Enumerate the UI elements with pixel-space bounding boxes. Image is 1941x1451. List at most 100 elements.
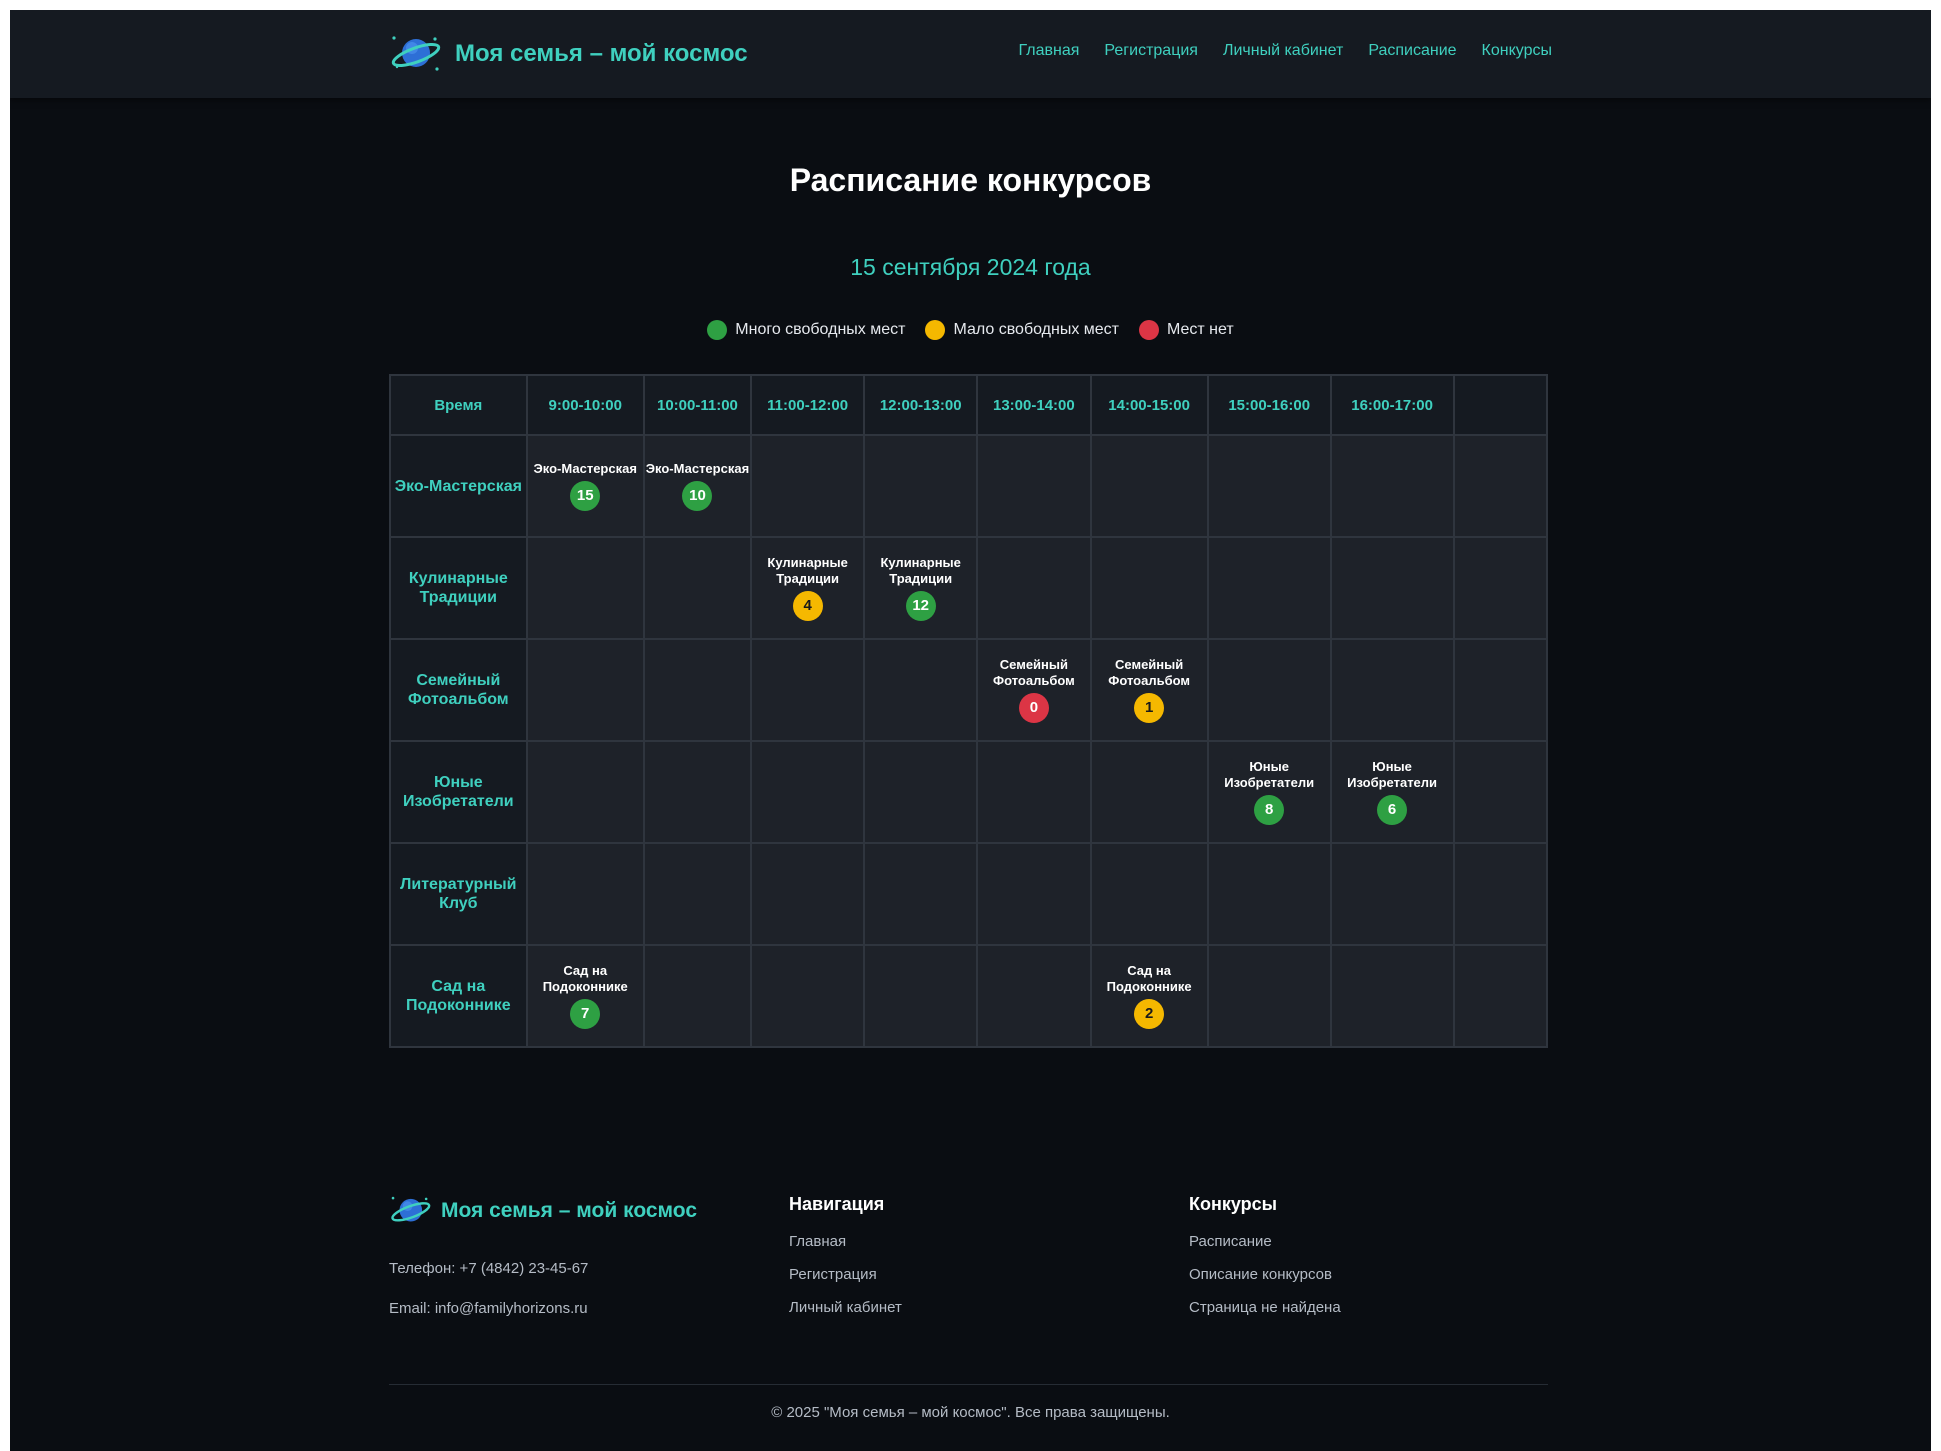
contest-slot[interactable]: Юные Изобретатели 6: [1332, 759, 1453, 825]
legend-item-few: Мало свободных мест: [925, 320, 1119, 340]
row-header-contest: Сад на Подоконнике: [389, 944, 528, 1048]
seats-badge: 7: [570, 999, 601, 1029]
table-row: Юные Изобретатели Юные Изобретатели 8 Юные …: [389, 740, 1548, 844]
page-frame: Моя семья – мой космос Главная Регистрац…: [10, 10, 1931, 1451]
planet-logo-icon: [391, 1196, 431, 1222]
table-header-row: Время 9:00-10:00 10:00-11:00 11:00-12:00 12…: [389, 374, 1548, 436]
contest-slot[interactable]: Юные Изобретатели 8: [1209, 759, 1330, 825]
schedule-cell: [863, 944, 979, 1048]
green-dot-icon: [707, 320, 728, 340]
schedule-table: Время 9:00-10:00 10:00-11:00 11:00-12:00 12…: [389, 374, 1548, 1048]
schedule-cell-overflow: [1452, 842, 1548, 946]
contest-slot[interactable]: Семейный Фотоальбом 0: [978, 657, 1089, 723]
column-header-time-slot: 9:00-10:00: [525, 374, 645, 436]
seats-badge: 4: [792, 591, 823, 621]
column-header-time-slot: 16:00-17:00: [1329, 374, 1455, 436]
schedule-cell[interactable]: Эко-Мастерская 10: [642, 434, 753, 538]
table-row: Кулинарные Традиции Кулинарные Традиции 4 К…: [389, 536, 1548, 640]
schedule-cell: [1206, 536, 1332, 640]
schedule-cell: [976, 536, 1092, 640]
schedule-cell: [976, 944, 1092, 1048]
schedule-cell[interactable]: Сад на Подоконнике 2: [1089, 944, 1209, 1048]
schedule-cell-overflow: [1452, 434, 1548, 538]
schedule-cell: [1329, 434, 1455, 538]
footer-link-contest-descriptions[interactable]: Описание конкурсов: [1189, 1266, 1341, 1283]
page-title: Расписание конкурсов: [789, 162, 1152, 198]
footer-link-account[interactable]: Личный кабинет: [789, 1299, 902, 1316]
footer-brand[interactable]: Моя семья – мой космос: [389, 1194, 697, 1228]
contest-slot-title: Кулинарные Традиции: [767, 555, 848, 586]
schedule-cell: [863, 740, 979, 844]
footer-link-not-found[interactable]: Страница не найдена: [1189, 1299, 1341, 1316]
column-header-time-slot: 11:00-12:00: [750, 374, 866, 436]
seats-badge: 10: [682, 481, 713, 511]
brand[interactable]: Моя семья – мой космос: [389, 32, 748, 76]
contest-slot[interactable]: Эко-Мастерская 10: [645, 461, 750, 511]
contest-slot[interactable]: Сад на Подоконнике 2: [1092, 963, 1207, 1029]
footer-link-home[interactable]: Главная: [789, 1233, 902, 1250]
footer-phone: Телефон: +7 (4842) 23-45-67: [389, 1260, 589, 1277]
schedule-cell: [525, 638, 645, 742]
planet-logo-icon: [391, 36, 441, 71]
schedule-cell: [750, 944, 866, 1048]
footer-link-registration[interactable]: Регистрация: [789, 1266, 902, 1283]
schedule-cell: [1329, 842, 1455, 946]
schedule-cell[interactable]: Юные Изобретатели 6: [1329, 740, 1455, 844]
schedule-cell[interactable]: Семейный Фотоальбом 0: [976, 638, 1092, 742]
contest-slot[interactable]: Кулинарные Традиции 12: [865, 555, 976, 621]
legend: Много свободных мест Мало свободных мест…: [10, 320, 1931, 340]
schedule-cell[interactable]: Сад на Подоконнике 7: [525, 944, 645, 1048]
nav-link-account[interactable]: Личный кабинет: [1223, 42, 1343, 60]
schedule-cell-overflow: [1452, 638, 1548, 742]
nav-link-schedule[interactable]: Расписание: [1368, 42, 1456, 60]
contest-slot-title: Кулинарные Традиции: [880, 555, 961, 586]
contest-slot[interactable]: Сад на Подоконнике 7: [528, 963, 643, 1029]
legend-item-none: Мест нет: [1139, 320, 1234, 340]
schedule-cell: [976, 842, 1092, 946]
column-header-time-slot: 14:00-15:00: [1089, 374, 1209, 436]
table-row: Литературный Клуб: [389, 842, 1548, 946]
schedule-cell: [1206, 842, 1332, 946]
schedule-table-scroll[interactable]: Время 9:00-10:00 10:00-11:00 11:00-12:00 12…: [389, 374, 1548, 1058]
footer-link-schedule[interactable]: Расписание: [1189, 1233, 1341, 1250]
schedule-cell: [1089, 434, 1209, 538]
schedule-cell: [976, 740, 1092, 844]
schedule-cell[interactable]: Кулинарные Традиции 4: [750, 536, 866, 640]
main-nav: Главная Регистрация Личный кабинет Распи…: [1019, 42, 1552, 60]
schedule-cell-overflow: [1452, 944, 1548, 1048]
schedule-cell: [642, 536, 753, 640]
contest-slot[interactable]: Кулинарные Традиции 4: [752, 555, 863, 621]
nav-link-contests[interactable]: Конкурсы: [1482, 42, 1552, 60]
footer-nav-title: Навигация: [789, 1194, 885, 1214]
contest-slot[interactable]: Эко-Мастерская 15: [528, 461, 643, 511]
column-header-overflow: [1452, 374, 1548, 436]
nav-link-registration[interactable]: Регистрация: [1104, 42, 1198, 60]
legend-label: Много свободных мест: [735, 321, 906, 338]
schedule-cell: [750, 740, 866, 844]
seats-badge: 8: [1254, 795, 1285, 825]
schedule-cell[interactable]: Семейный Фотоальбом 1: [1089, 638, 1209, 742]
contest-slot-title: Семейный Фотоальбом: [993, 657, 1075, 688]
red-dot-icon: [1139, 320, 1159, 340]
column-header-time-slot: 12:00-13:00: [863, 374, 979, 436]
contest-slot[interactable]: Семейный Фотоальбом 1: [1092, 657, 1207, 723]
legend-label: Мест нет: [1167, 321, 1234, 338]
contest-slot-title: Семейный Фотоальбом: [1108, 657, 1190, 688]
footer-contests-title: Конкурсы: [1189, 1194, 1278, 1214]
site-header: Моя семья – мой космос Главная Регистрац…: [10, 10, 1931, 98]
seats-badge: 2: [1134, 999, 1165, 1029]
contest-slot-title: Эко-Мастерская: [533, 461, 637, 476]
schedule-cell: [1206, 638, 1332, 742]
schedule-cell[interactable]: Эко-Мастерская 15: [525, 434, 645, 538]
seats-badge: 0: [1018, 693, 1049, 723]
row-header-contest: Кулинарные Традиции: [389, 536, 528, 640]
schedule-cell[interactable]: Кулинарные Традиции 12: [863, 536, 979, 640]
row-header-contest: Эко-Мастерская: [389, 434, 528, 538]
schedule-date: 15 сентября 2024 года: [850, 254, 1091, 280]
schedule-cell[interactable]: Юные Изобретатели 8: [1206, 740, 1332, 844]
legend-item-many: Много свободных мест: [707, 320, 905, 340]
schedule-cell: [1206, 434, 1332, 538]
schedule-cell: [1329, 536, 1455, 640]
schedule-cell: [1206, 944, 1332, 1048]
nav-link-home[interactable]: Главная: [1019, 42, 1080, 60]
